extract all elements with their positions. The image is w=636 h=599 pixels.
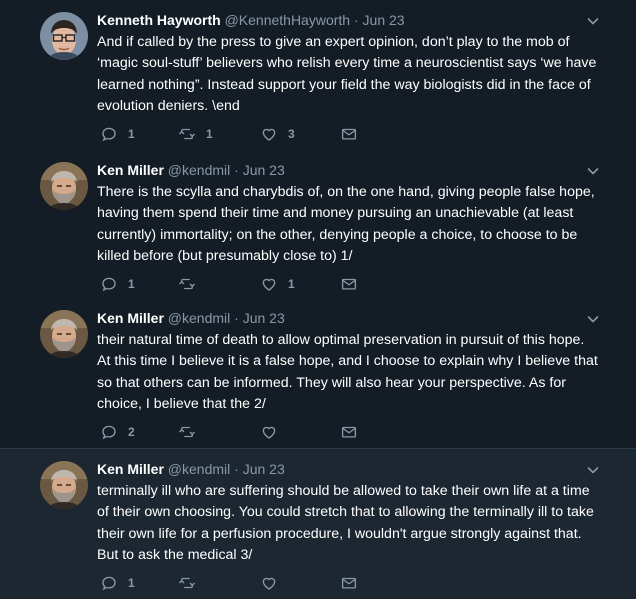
tweet-text-line: ‘magic soul-stuff’ believers who relish … — [97, 55, 597, 72]
tweet-text: their natural time of death to allow opt… — [97, 330, 607, 415]
chevron-down-icon[interactable] — [586, 312, 600, 326]
heart-icon — [260, 423, 278, 441]
tweet-timestamp[interactable]: Jun 23 — [243, 461, 285, 477]
reply-count: 2 — [128, 425, 135, 439]
heart-icon — [260, 275, 278, 293]
tweet-text-line: learned nothing”. Instead support your f… — [97, 76, 591, 93]
separator-dot: · — [234, 461, 239, 477]
tweet-text-line: choice, I believe that the 2/ — [97, 395, 266, 412]
chevron-down-icon[interactable] — [586, 164, 600, 178]
envelope-icon — [340, 125, 358, 143]
reply-icon — [100, 574, 118, 592]
tweet-3[interactable]: Ken Miller @kendmil · Jun 23 their natura… — [0, 298, 636, 448]
reply-icon — [100, 125, 118, 143]
like-count: 1 — [288, 277, 295, 291]
display-name[interactable]: Ken Miller — [97, 461, 164, 477]
reply-icon — [100, 275, 118, 293]
retweet-count: 1 — [206, 127, 213, 141]
chevron-down-icon[interactable] — [586, 14, 600, 28]
tweet-text-line: terminally ill who are suffering should … — [97, 483, 590, 499]
like-button[interactable]: 3 — [260, 125, 295, 143]
display-name[interactable]: Ken Miller — [97, 162, 164, 178]
avatar[interactable] — [40, 461, 88, 509]
tweet-text: There is the scylla and charybdis of, on… — [97, 182, 607, 267]
reply-count: 1 — [128, 576, 135, 590]
tweet-timestamp[interactable]: Jun 23 — [243, 162, 285, 178]
heart-icon — [260, 125, 278, 143]
retweet-icon — [178, 275, 196, 293]
direct-message-button[interactable] — [340, 275, 358, 293]
tweet-text-line: having them spend their time and money p… — [97, 205, 574, 222]
reply-count: 1 — [128, 277, 135, 291]
direct-message-button[interactable] — [340, 125, 358, 143]
envelope-icon — [340, 574, 358, 592]
tweet-1[interactable]: Kenneth Hayworth @KennethHayworth · Jun … — [0, 0, 636, 150]
tweet-text-line: of their own choosing. You could stretch… — [97, 504, 594, 521]
retweet-icon — [178, 574, 196, 592]
tweet-text-line: killed before (but presumably close to) … — [97, 247, 353, 264]
tweet-text-line: And if called by the press to give an ex… — [97, 34, 570, 50]
separator-dot: · — [353, 12, 359, 28]
like-button[interactable]: 1 — [260, 275, 295, 293]
separator-dot: · — [234, 310, 239, 326]
reply-icon — [100, 423, 118, 441]
avatar[interactable] — [40, 12, 88, 60]
tweet-text-line: their own life for a perfusion procedure… — [97, 525, 582, 542]
envelope-icon — [340, 423, 358, 441]
retweet-button[interactable] — [178, 423, 206, 441]
tweet-text: And if called by the press to give an ex… — [97, 32, 607, 117]
tweet-text-line: so that others can be informed. They wil… — [97, 374, 566, 391]
user-handle[interactable]: @KennethHayworth — [225, 12, 351, 28]
retweet-button[interactable] — [178, 275, 206, 293]
reply-button[interactable]: 2 — [100, 423, 135, 441]
tweet-header: Ken Miller @kendmil · Jun 23 — [97, 160, 285, 180]
tweet-timestamp[interactable]: Jun 23 — [243, 310, 285, 326]
tweet-header: Ken Miller @kendmil · Jun 23 — [97, 459, 285, 479]
tweet-4[interactable]: Ken Miller @kendmil · Jun 23 terminally i… — [0, 448, 636, 599]
retweet-icon — [178, 125, 196, 143]
retweet-icon — [178, 423, 196, 441]
reply-count: 1 — [128, 127, 135, 141]
tweet-header: Kenneth Hayworth @KennethHayworth · Jun … — [97, 10, 405, 30]
display-name[interactable]: Ken Miller — [97, 310, 164, 326]
direct-message-button[interactable] — [340, 574, 358, 592]
tweet-text-line: At this time I believe it is a false hop… — [97, 353, 598, 370]
tweet-2[interactable]: Ken Miller @kendmil · Jun 23 There is the… — [0, 150, 636, 298]
display-name[interactable]: Kenneth Hayworth — [97, 12, 221, 28]
avatar[interactable] — [40, 162, 88, 210]
tweet-text-line: evolution deniers. \end — [97, 97, 240, 114]
chevron-down-icon[interactable] — [586, 463, 600, 477]
tweet-text-line: currently) immortality; on the other, de… — [97, 226, 578, 243]
envelope-icon — [340, 275, 358, 293]
user-handle[interactable]: @kendmil — [168, 310, 230, 326]
tweet-text-line: There is the scylla and charybdis of, on… — [97, 184, 595, 200]
like-count: 3 — [288, 127, 295, 141]
reply-button[interactable]: 1 — [100, 125, 135, 143]
direct-message-button[interactable] — [340, 423, 358, 441]
user-handle[interactable]: @kendmil — [168, 461, 230, 477]
tweet-header: Ken Miller @kendmil · Jun 23 — [97, 308, 285, 328]
reply-button[interactable]: 1 — [100, 275, 135, 293]
retweet-button[interactable] — [178, 574, 206, 592]
heart-icon — [260, 574, 278, 592]
tweet-text: terminally ill who are suffering should … — [97, 481, 607, 566]
tweet-timestamp[interactable]: Jun 23 — [363, 12, 405, 28]
user-handle[interactable]: @kendmil — [168, 162, 230, 178]
avatar[interactable] — [40, 310, 88, 358]
tweet-text-line: But to ask the medical 3/ — [97, 546, 253, 563]
like-button[interactable] — [260, 423, 288, 441]
separator-dot: · — [234, 162, 239, 178]
like-button[interactable] — [260, 574, 288, 592]
reply-button[interactable]: 1 — [100, 574, 135, 592]
tweet-thread: Kenneth Hayworth @KennethHayworth · Jun … — [0, 0, 636, 599]
tweet-text-line: their natural time of death to allow opt… — [97, 332, 585, 348]
retweet-button[interactable]: 1 — [178, 125, 213, 143]
